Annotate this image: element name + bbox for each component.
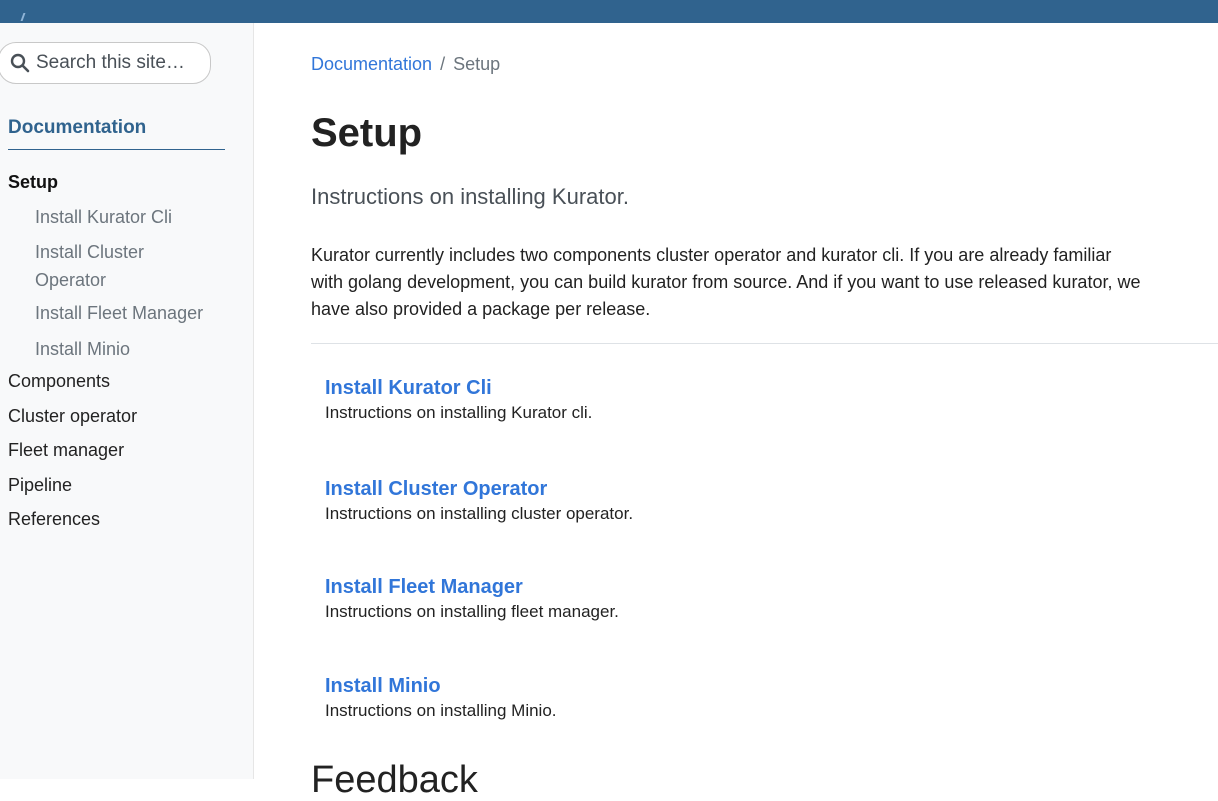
sidebar: Documentation Setup Install Kurator Cli …: [0, 23, 254, 779]
entry-link-install-kurator-cli[interactable]: Install Kurator Cli: [325, 375, 592, 401]
site-logo-icon[interactable]: [20, 13, 34, 21]
breadcrumb-link-documentation[interactable]: Documentation: [311, 54, 432, 74]
list-item: Install Cluster Operator Instructions on…: [325, 476, 633, 526]
search-input[interactable]: [36, 52, 196, 74]
feedback-heading: Feedback: [311, 759, 478, 801]
sidebar-item-references[interactable]: References: [8, 509, 100, 530]
breadcrumb-current: Setup: [453, 54, 501, 74]
sidebar-subitem-install-cluster-operator[interactable]: Install Cluster Operator: [35, 238, 185, 294]
entry-link-install-fleet-manager[interactable]: Install Fleet Manager: [325, 574, 619, 600]
breadcrumb: Documentation / Setup: [311, 54, 500, 75]
entry-description: Instructions on installing cluster opera…: [325, 504, 634, 523]
sidebar-subitem-install-fleet-manager[interactable]: Install Fleet Manager: [35, 299, 235, 327]
sidebar-item-fleet-manager[interactable]: Fleet manager: [8, 440, 124, 461]
entry-link-install-minio[interactable]: Install Minio: [325, 673, 557, 699]
sidebar-section-documentation[interactable]: Documentation: [8, 117, 225, 150]
page-title: Setup: [311, 111, 423, 155]
sidebar-item-pipeline[interactable]: Pipeline: [8, 475, 72, 496]
sidebar-item-components[interactable]: Components: [8, 371, 110, 392]
page-lead: Instructions on installing Kurator.: [311, 184, 629, 209]
list-item: Install Kurator Cli Instructions on inst…: [325, 375, 592, 425]
search-icon: [10, 53, 30, 73]
sidebar-item-setup[interactable]: Setup: [8, 172, 58, 193]
top-navbar: [0, 0, 1218, 23]
page-intro: Kurator currently includes two component…: [311, 245, 1141, 319]
list-item: Install Minio Instructions on installing…: [325, 673, 557, 723]
entry-description: Instructions on installing Minio.: [325, 701, 557, 720]
sidebar-subitem-install-minio[interactable]: Install Minio: [35, 335, 235, 363]
entry-description: Instructions on installing fleet manager…: [325, 602, 619, 621]
search-box[interactable]: [0, 42, 211, 84]
entry-description: Instructions on installing Kurator cli.: [325, 403, 593, 422]
breadcrumb-separator: /: [440, 54, 446, 74]
sidebar-subitem-install-kurator-cli[interactable]: Install Kurator Cli: [35, 203, 235, 231]
entry-link-install-cluster-operator[interactable]: Install Cluster Operator: [325, 476, 633, 502]
list-item: Install Fleet Manager Instructions on in…: [325, 574, 619, 624]
sidebar-item-cluster-operator[interactable]: Cluster operator: [8, 406, 137, 427]
section-divider: [311, 343, 1218, 344]
